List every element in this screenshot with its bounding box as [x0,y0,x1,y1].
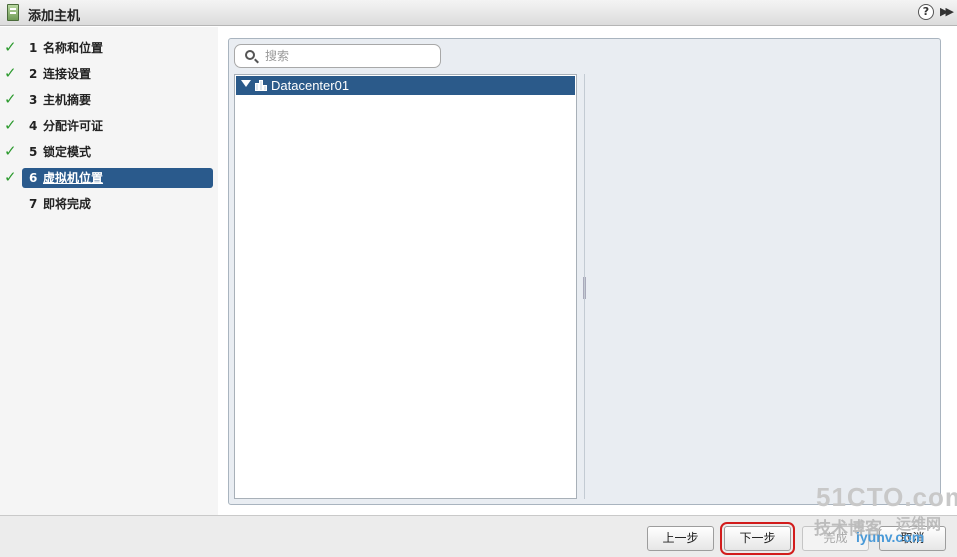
search-input[interactable] [265,48,435,64]
expand-icon[interactable]: ▶▶ [940,5,954,18]
step-label: 分配许可证 [43,119,104,133]
splitter-handle[interactable] [583,277,586,299]
step-item-2[interactable]: ✓ 2 连接设置 [0,63,218,85]
dialog-title: 添加主机 [28,9,81,24]
add-host-icon [7,4,19,21]
check-icon: ✓ [4,38,17,56]
step-number: 3 [29,93,38,107]
step-label: 即将完成 [43,197,92,211]
vm-location-panel: Datacenter01 [228,38,941,505]
step-label: 名称和位置 [43,41,104,55]
next-button[interactable]: 下一步 [720,522,795,555]
step-number: 1 [29,41,38,55]
step-number: 7 [29,197,38,211]
step-label: 连接设置 [43,67,92,81]
check-icon: ✓ [4,64,17,82]
step-item-6[interactable]: ✓ 6 虚拟机位置 [0,167,218,189]
step-item-1[interactable]: ✓ 1 名称和位置 [0,37,218,59]
step-number: 2 [29,67,38,81]
step-item-4[interactable]: ✓ 4 分配许可证 [0,115,218,137]
step-item-7[interactable]: 7 即将完成 [0,193,218,215]
wizard-steps-nav: ✓ 1 名称和位置 ✓ 2 连接设置 ✓ 3 主机摘要 ✓ 4 分配许可证 ✓ 5 锁定模… [0,27,218,515]
dialog-title-bar: 添加主机 ? ▶▶ [0,0,957,26]
step-number: 5 [29,145,38,159]
step-item-3[interactable]: ✓ 3 主机摘要 [0,89,218,111]
check-icon: ✓ [4,90,17,108]
step-label: 锁定模式 [43,145,92,159]
search-icon [245,50,255,60]
wizard-footer: 上一步 下一步 完成 取消 [0,515,957,557]
check-icon: ✓ [4,142,17,160]
finish-button[interactable]: 完成 [802,526,869,551]
step-number: 6 [29,171,38,185]
tree-item-label: Datacenter01 [271,78,350,93]
datacenter-icon [255,80,267,91]
back-button[interactable]: 上一步 [647,526,714,551]
step-item-5[interactable]: ✓ 5 锁定模式 [0,141,218,163]
expand-toggle-icon[interactable] [241,80,251,87]
search-box[interactable] [234,44,441,68]
check-icon: ✓ [4,116,17,134]
cancel-button[interactable]: 取消 [879,526,946,551]
step-number: 4 [29,119,38,133]
main-content: Datacenter01 [218,27,957,515]
step-label: 虚拟机位置 [43,171,104,185]
help-icon[interactable]: ? [918,4,934,20]
inventory-tree[interactable]: Datacenter01 [234,74,577,499]
step-label: 主机摘要 [43,93,92,107]
check-icon: ✓ [4,168,17,186]
tree-item-datacenter[interactable]: Datacenter01 [236,76,575,95]
